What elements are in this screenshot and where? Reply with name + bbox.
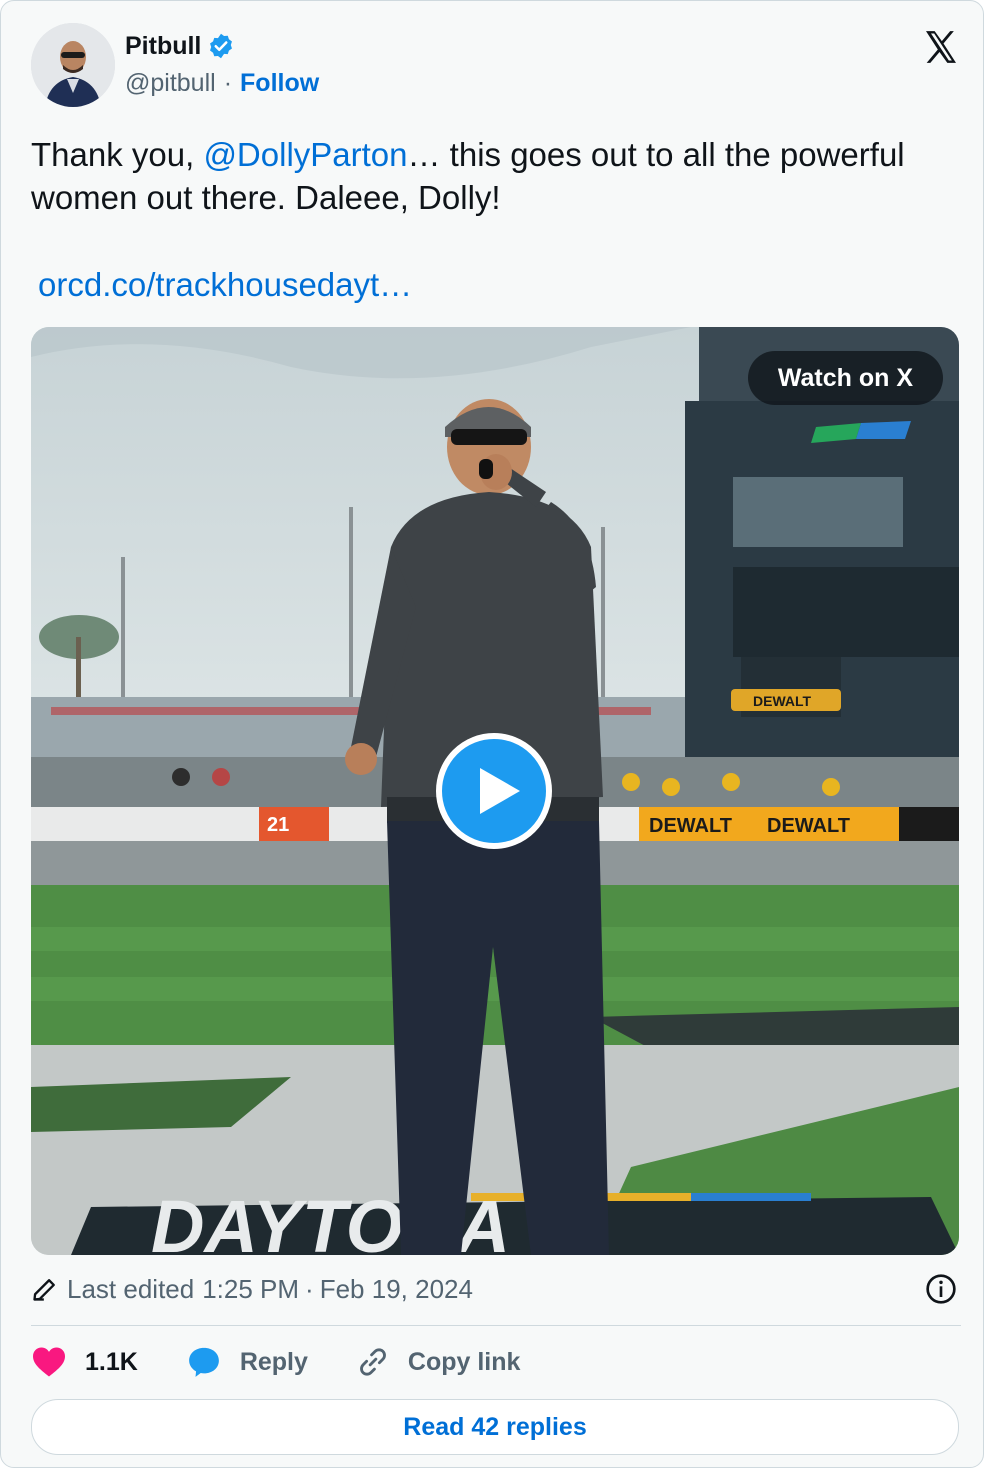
follow-button[interactable]: Follow: [240, 69, 319, 98]
reply-label: Reply: [239, 1347, 308, 1376]
heart-icon: [33, 1347, 65, 1377]
sign-car-number: 21: [267, 814, 289, 836]
copy-link-label: Copy link: [407, 1347, 521, 1376]
pencil-icon: [33, 1279, 55, 1301]
divider: [31, 1325, 961, 1326]
action-bar: 1.1K Reply Copy link: [31, 1341, 568, 1383]
tweet-header: Pitbull @pitbull · Follow: [31, 23, 961, 111]
handle[interactable]: @pitbull: [125, 69, 216, 98]
tweet-time[interactable]: 1:25 PM: [202, 1274, 299, 1305]
info-icon[interactable]: [925, 1273, 957, 1305]
like-count: 1.1K: [85, 1347, 138, 1376]
x-logo-icon[interactable]: [921, 27, 961, 67]
copy-link-button[interactable]: Copy link: [356, 1345, 521, 1379]
tweet-meta: Last edited 1:25 PM · Feb 19, 2024: [31, 1269, 961, 1309]
play-button[interactable]: [436, 733, 552, 849]
link-icon: [359, 1348, 386, 1376]
verified-badge-icon: [207, 32, 235, 60]
tweet-date[interactable]: Feb 19, 2024: [320, 1274, 473, 1305]
edited-label: Last edited: [67, 1273, 195, 1304]
reply-bubble-icon: [188, 1347, 219, 1377]
like-button[interactable]: 1.1K: [31, 1346, 138, 1378]
read-replies-button[interactable]: Read 42 replies: [31, 1399, 959, 1455]
avatar[interactable]: [31, 23, 115, 107]
handle-row: @pitbull · Follow: [125, 69, 319, 98]
tweet-url-link[interactable]: orcd.co/trackhousedayt…: [38, 263, 412, 306]
handle-separator: ·: [223, 69, 233, 97]
sign-wall-dewalt-2: DEWALT: [767, 815, 850, 837]
avatar-image: [31, 23, 115, 107]
mention-link[interactable]: @DollyParton: [203, 136, 407, 173]
tweet-text: Thank you, @DollyParton… this goes out t…: [31, 133, 961, 219]
sign-wall-dewalt-1: DEWALT: [649, 815, 732, 837]
video-player[interactable]: DEWALT 21 DEWALT DEWALT DAYTONA Watch on…: [31, 327, 959, 1255]
user-info: Pitbull @pitbull · Follow: [125, 31, 319, 98]
display-name[interactable]: Pitbull: [125, 32, 201, 61]
sign-tower-dewalt: DEWALT: [753, 693, 812, 709]
name-row: Pitbull: [125, 31, 319, 61]
meta-dot: ·: [305, 1273, 314, 1304]
tweet-text-start: Thank you,: [31, 136, 204, 173]
tweet-embed-card: Pitbull @pitbull · Follow Thank you, @Do: [0, 0, 984, 1468]
watch-on-x-button[interactable]: Watch on X: [747, 351, 943, 405]
reply-button[interactable]: Reply: [186, 1345, 308, 1379]
play-icon: [480, 768, 520, 814]
